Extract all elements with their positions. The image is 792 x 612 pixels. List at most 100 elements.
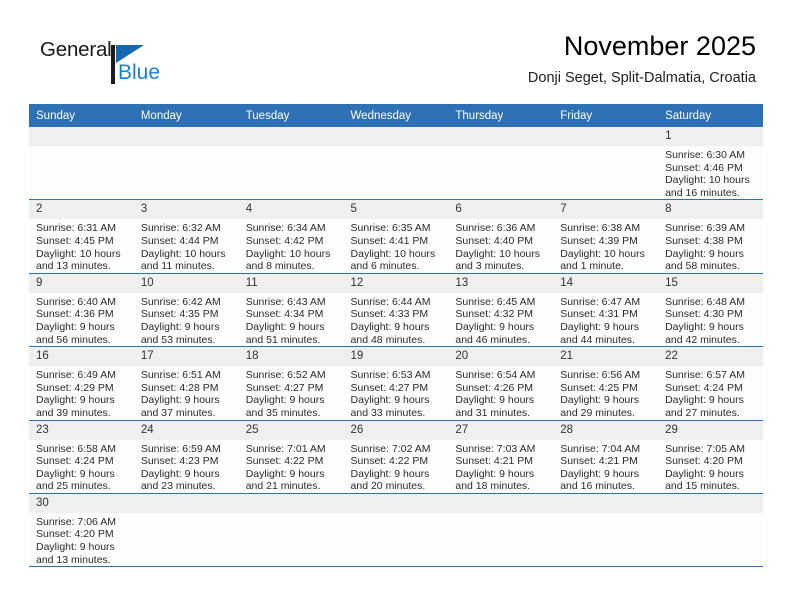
calendar-week-row: 30 Sunrise: 7:06 AM Sunset: 4:20 PM Dayligh… — [29, 493, 763, 568]
day-details — [134, 146, 239, 149]
calendar-day-cell[interactable]: 16 Sunrise: 6:49 AM Sunset: 4:29 PM Dayligh… — [29, 346, 134, 421]
day-detail-line: Sunrise: 6:47 AM — [560, 295, 641, 308]
calendar-day-cell[interactable]: 14 Sunrise: 6:47 AM Sunset: 4:31 PM Dayligh… — [553, 273, 659, 348]
weekday-header-friday: Friday — [553, 104, 659, 127]
calendar-day-cell[interactable]: 25 Sunrise: 7:01 AM Sunset: 4:22 PM Dayligh… — [238, 420, 344, 494]
day-detail-line: Sunrise: 7:04 AM — [560, 442, 641, 455]
day-detail-line: Daylight: 9 hours — [350, 467, 430, 480]
day-detail-line: Sunrise: 6:57 AM — [665, 369, 746, 382]
calendar-day-cell[interactable]: 9 Sunrise: 6:40 AM Sunset: 4:36 PM Daylight… — [29, 273, 134, 348]
calendar-day-cell[interactable]: 23 Sunrise: 6:58 AM Sunset: 4:24 PM Dayligh… — [29, 420, 134, 494]
calendar-day-cell[interactable]: 17 Sunrise: 6:51 AM Sunset: 4:28 PM Dayligh… — [133, 346, 239, 421]
day-detail-line: Sunset: 4:20 PM — [36, 528, 114, 541]
calendar-day-cell-empty — [448, 493, 554, 568]
day-number — [553, 493, 659, 513]
day-detail-line: Daylight: 9 hours — [560, 394, 640, 407]
day-detail-line: Sunset: 4:31 PM — [560, 308, 638, 321]
day-detail-line: Daylight: 9 hours — [455, 394, 535, 407]
day-detail-line: Sunset: 4:45 PM — [36, 234, 114, 247]
day-detail-line: and 25 minutes. — [36, 480, 111, 493]
day-details: Sunrise: 7:05 AM Sunset: 4:20 PM Daylight:… — [658, 440, 763, 493]
calendar-day-cell[interactable]: 27 Sunrise: 7:03 AM Sunset: 4:21 PM Dayligh… — [448, 420, 554, 494]
day-detail-line: Sunset: 4:41 PM — [350, 234, 429, 247]
day-number — [448, 127, 554, 146]
day-details: Sunrise: 6:34 AM Sunset: 4:42 PM Daylight:… — [239, 219, 344, 272]
day-details — [239, 146, 344, 149]
day-detail-line: Daylight: 10 hours — [455, 247, 541, 260]
calendar-day-cell[interactable]: 5 Sunrise: 6:35 AM Sunset: 4:41 PM Daylight… — [343, 199, 449, 274]
calendar-day-cell[interactable]: 3 Sunrise: 6:32 AM Sunset: 4:44 PM Daylight… — [133, 199, 239, 274]
day-detail-line: Sunrise: 6:38 AM — [560, 222, 641, 235]
day-detail-line: Daylight: 9 hours — [245, 467, 325, 480]
calendar-day-cell[interactable]: 18 Sunrise: 6:52 AM Sunset: 4:27 PM Dayligh… — [238, 346, 344, 421]
day-details: Sunrise: 6:31 AM Sunset: 4:45 PM Daylight:… — [29, 219, 134, 272]
day-details: Sunrise: 7:02 AM Sunset: 4:22 PM Daylight:… — [344, 440, 449, 493]
day-detail-line: and 21 minutes. — [245, 480, 321, 493]
day-detail-line: Sunset: 4:39 PM — [560, 234, 638, 247]
day-number: 24 — [133, 420, 239, 440]
day-detail-line: Sunrise: 6:39 AM — [665, 222, 746, 235]
day-detail-line: Daylight: 9 hours — [36, 394, 115, 407]
day-detail-line: Sunset: 4:24 PM — [665, 381, 743, 394]
calendar-day-cell[interactable]: 20 Sunrise: 6:54 AM Sunset: 4:26 PM Dayligh… — [448, 346, 554, 421]
calendar-day-cell[interactable]: 6 Sunrise: 6:36 AM Sunset: 4:40 PM Daylight… — [448, 199, 554, 274]
calendar-day-cell[interactable]: 13 Sunrise: 6:45 AM Sunset: 4:32 PM Dayligh… — [448, 273, 554, 348]
day-details: Sunrise: 6:36 AM Sunset: 4:40 PM Daylight:… — [448, 219, 553, 272]
calendar-day-cell[interactable]: 21 Sunrise: 6:56 AM Sunset: 4:25 PM Dayligh… — [553, 346, 659, 421]
day-number: 20 — [448, 347, 554, 367]
calendar-day-cell[interactable]: 26 Sunrise: 7:02 AM Sunset: 4:22 PM Dayligh… — [343, 420, 449, 494]
calendar-day-cell[interactable]: 29 Sunrise: 7:05 AM Sunset: 4:20 PM Dayligh… — [658, 420, 763, 494]
day-number — [343, 127, 449, 146]
calendar-day-cell[interactable]: 22 Sunrise: 6:57 AM Sunset: 4:24 PM Dayligh… — [658, 346, 763, 421]
title-block: November 2025 Donji Seget, Split-Dalmati… — [528, 30, 756, 88]
calendar-week-row: 16 Sunrise: 6:49 AM Sunset: 4:29 PM Dayligh… — [29, 346, 763, 421]
day-number: 22 — [658, 347, 763, 367]
day-detail-line: Sunrise: 6:32 AM — [140, 222, 221, 235]
calendar-day-cell[interactable]: 19 Sunrise: 6:53 AM Sunset: 4:27 PM Dayligh… — [343, 346, 449, 421]
day-details — [29, 146, 134, 149]
day-number: 19 — [343, 347, 449, 367]
day-detail-line: Sunset: 4:29 PM — [36, 381, 114, 394]
day-details — [553, 513, 658, 516]
calendar-day-cell[interactable]: 1 Sunrise: 6:30 AM Sunset: 4:46 PM Daylight… — [658, 127, 763, 201]
calendar-day-cell[interactable]: 15 Sunrise: 6:48 AM Sunset: 4:30 PM Dayligh… — [658, 273, 763, 348]
calendar-day-cell[interactable]: 4 Sunrise: 6:34 AM Sunset: 4:42 PM Daylight… — [238, 199, 344, 274]
day-detail-line: Daylight: 9 hours — [36, 320, 115, 333]
calendar-day-cell[interactable]: 24 Sunrise: 6:59 AM Sunset: 4:23 PM Dayligh… — [133, 420, 239, 494]
calendar-day-cell[interactable]: 7 Sunrise: 6:38 AM Sunset: 4:39 PM Daylight… — [553, 199, 659, 274]
calendar-day-cell[interactable]: 8 Sunrise: 6:39 AM Sunset: 4:38 PM Daylight… — [658, 199, 763, 274]
day-number: 17 — [133, 347, 239, 367]
day-detail-line: and 3 minutes. — [455, 260, 525, 273]
calendar-day-cell[interactable]: 11 Sunrise: 6:43 AM Sunset: 4:34 PM Dayligh… — [238, 273, 344, 348]
day-detail-line: and 18 minutes. — [455, 480, 531, 493]
day-detail-line: and 13 minutes. — [36, 553, 111, 566]
day-details — [553, 146, 658, 149]
day-number — [238, 127, 344, 146]
day-details: Sunrise: 6:51 AM Sunset: 4:28 PM Daylight:… — [134, 366, 239, 419]
calendar-day-cell[interactable]: 30 Sunrise: 7:06 AM Sunset: 4:20 PM Dayligh… — [29, 493, 134, 568]
day-detail-line: and 44 minutes. — [560, 333, 635, 346]
calendar-day-cell[interactable]: 10 Sunrise: 6:42 AM Sunset: 4:35 PM Dayligh… — [133, 273, 239, 348]
day-detail-line: Sunrise: 6:30 AM — [665, 149, 746, 161]
day-detail-line: Sunset: 4:20 PM — [665, 455, 743, 468]
day-detail-line: Sunset: 4:22 PM — [350, 455, 429, 468]
day-number — [448, 493, 554, 513]
calendar-day-cell[interactable]: 2 Sunrise: 6:31 AM Sunset: 4:45 PM Daylight… — [29, 199, 134, 274]
day-details: Sunrise: 6:56 AM Sunset: 4:25 PM Daylight:… — [553, 366, 658, 419]
calendar-day-cell[interactable]: 28 Sunrise: 7:04 AM Sunset: 4:21 PM Dayligh… — [553, 420, 659, 494]
day-detail-line: Daylight: 10 hours — [36, 247, 121, 260]
calendar-day-cell-empty — [343, 493, 449, 568]
day-detail-line: Daylight: 10 hours — [560, 247, 645, 260]
day-detail-line: Sunrise: 6:34 AM — [245, 222, 326, 235]
day-details: Sunrise: 6:42 AM Sunset: 4:35 PM Daylight:… — [134, 293, 239, 346]
day-details: Sunrise: 6:48 AM Sunset: 4:30 PM Daylight:… — [658, 293, 763, 346]
calendar-day-cell-empty — [238, 127, 344, 201]
day-number: 12 — [343, 273, 449, 293]
day-detail-line: Daylight: 9 hours — [455, 467, 535, 480]
calendar-day-cell[interactable]: 12 Sunrise: 6:44 AM Sunset: 4:33 PM Dayligh… — [343, 273, 449, 348]
calendar-table: Sunday Monday Tuesday Wednesday Thursday Frid… — [29, 104, 763, 568]
general-blue-logo: General Blue — [40, 39, 170, 88]
day-detail-line: and 35 minutes. — [245, 406, 321, 419]
calendar-day-cell-empty — [448, 127, 554, 201]
day-details: Sunrise: 7:06 AM Sunset: 4:20 PM Daylight:… — [29, 513, 134, 566]
